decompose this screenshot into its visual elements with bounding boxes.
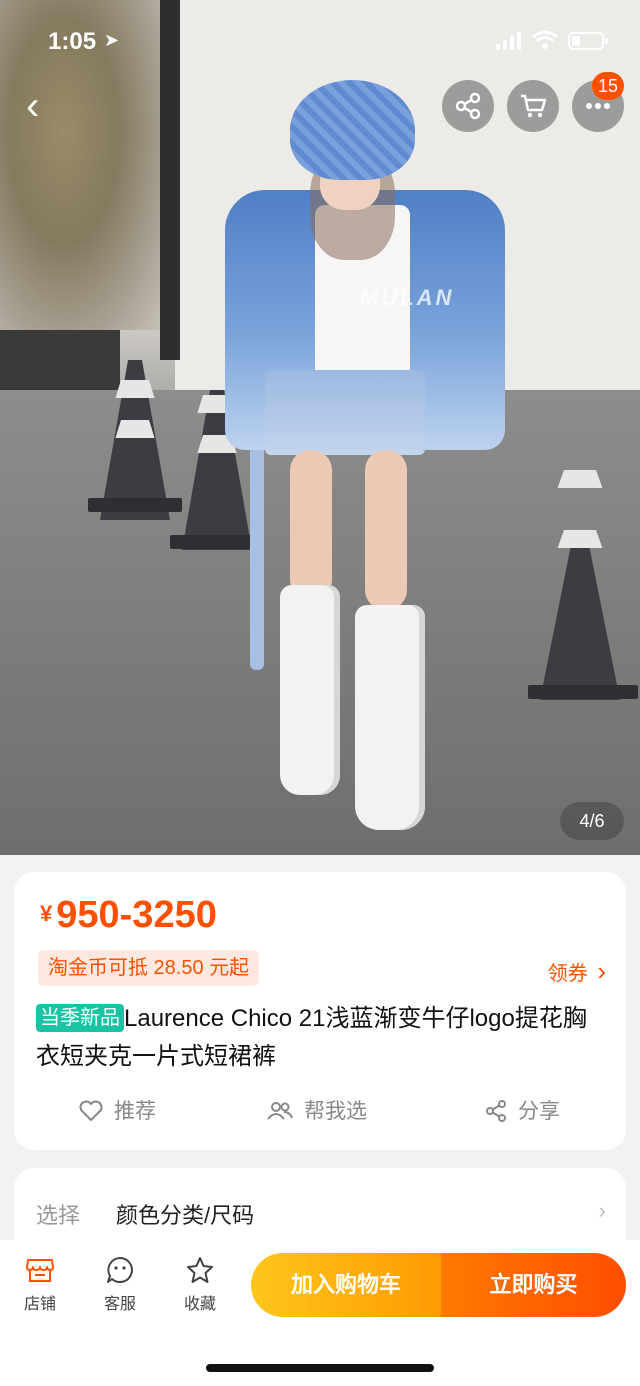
cellular-signal-icon [496,32,522,50]
back-button[interactable]: ‹ [26,86,62,126]
share-button[interactable] [442,80,494,132]
image-watermark: MULAN [360,285,455,310]
share-icon [455,92,481,120]
chevron-right-icon: › [598,1198,606,1223]
share-action-button[interactable]: 分享 [484,1094,560,1130]
customer-service-tab[interactable]: 客服 [90,1256,150,1314]
store-icon [26,1259,54,1282]
shop-tab[interactable]: 店铺 [10,1256,70,1314]
add-to-cart-button[interactable]: 加入购物车 [251,1253,441,1317]
chevron-right-icon: › [597,956,606,986]
coin-discount-tag: 淘金币可抵 28.50 元起 [38,950,260,986]
new-arrival-badge: 当季新品 [36,1004,124,1032]
share-label: 分享 [518,1100,560,1123]
product-actions: 推荐 帮我选 分享 [14,1094,626,1130]
cart-button[interactable] [507,80,559,132]
heart-icon [79,1100,103,1121]
favorite-label: 收藏 [183,1296,216,1313]
location-arrow-icon: ➤ [104,30,120,50]
recommend-label: 推荐 [114,1100,156,1123]
price: ¥950-3250 [40,894,217,937]
wifi-icon [532,30,558,49]
bottom-action-bar: 店铺 客服 收藏 加入购物车 立即购买 [0,1240,640,1386]
people-icon [267,1102,293,1120]
chat-face-icon [107,1257,133,1283]
product-page: MULAN 1:05 ➤ ‹ 15 4/6 ¥ 950-3250 淘金币可抵 2… [0,0,640,1386]
share-icon [486,1100,506,1122]
help-choose-button[interactable]: 帮我选 [266,1094,367,1130]
home-indicator [206,1364,434,1372]
star-icon [187,1257,213,1283]
cart-icon [521,94,547,118]
help-choose-label: 帮我选 [304,1100,367,1123]
selection-value: 颜色分类/尺码 [116,1203,255,1228]
get-coupon-link[interactable]: 领券 › [548,956,606,987]
image-counter: 4/6 [560,802,624,840]
notification-badge: 15 [592,72,625,100]
background-curb [0,330,120,390]
selection-label: 选择 [36,1203,81,1228]
currency-symbol: ¥ [40,901,53,926]
buy-now-button[interactable]: 立即购买 [441,1253,626,1317]
recommend-button[interactable]: 推荐 [78,1094,156,1130]
status-time: 1:05 [48,28,97,55]
coupon-label: 领券 [547,963,588,985]
shop-label: 店铺 [23,1296,56,1313]
product-title: 当季新品 Laurence Chico 21浅蓝渐变牛仔logo提花胸衣短夹克一片… [36,1000,606,1076]
product-info-card: ¥950-3250 淘金币可抵 28.50 元起 领券 › 当季新品 Lauren… [14,872,626,1150]
favorite-tab[interactable]: 收藏 [170,1256,230,1314]
model-figure [215,80,515,840]
service-label: 客服 [103,1296,136,1313]
price-range: 950-3250 [56,894,217,936]
battery-icon [568,32,608,50]
status-bar: 1:05 ➤ [0,24,640,60]
